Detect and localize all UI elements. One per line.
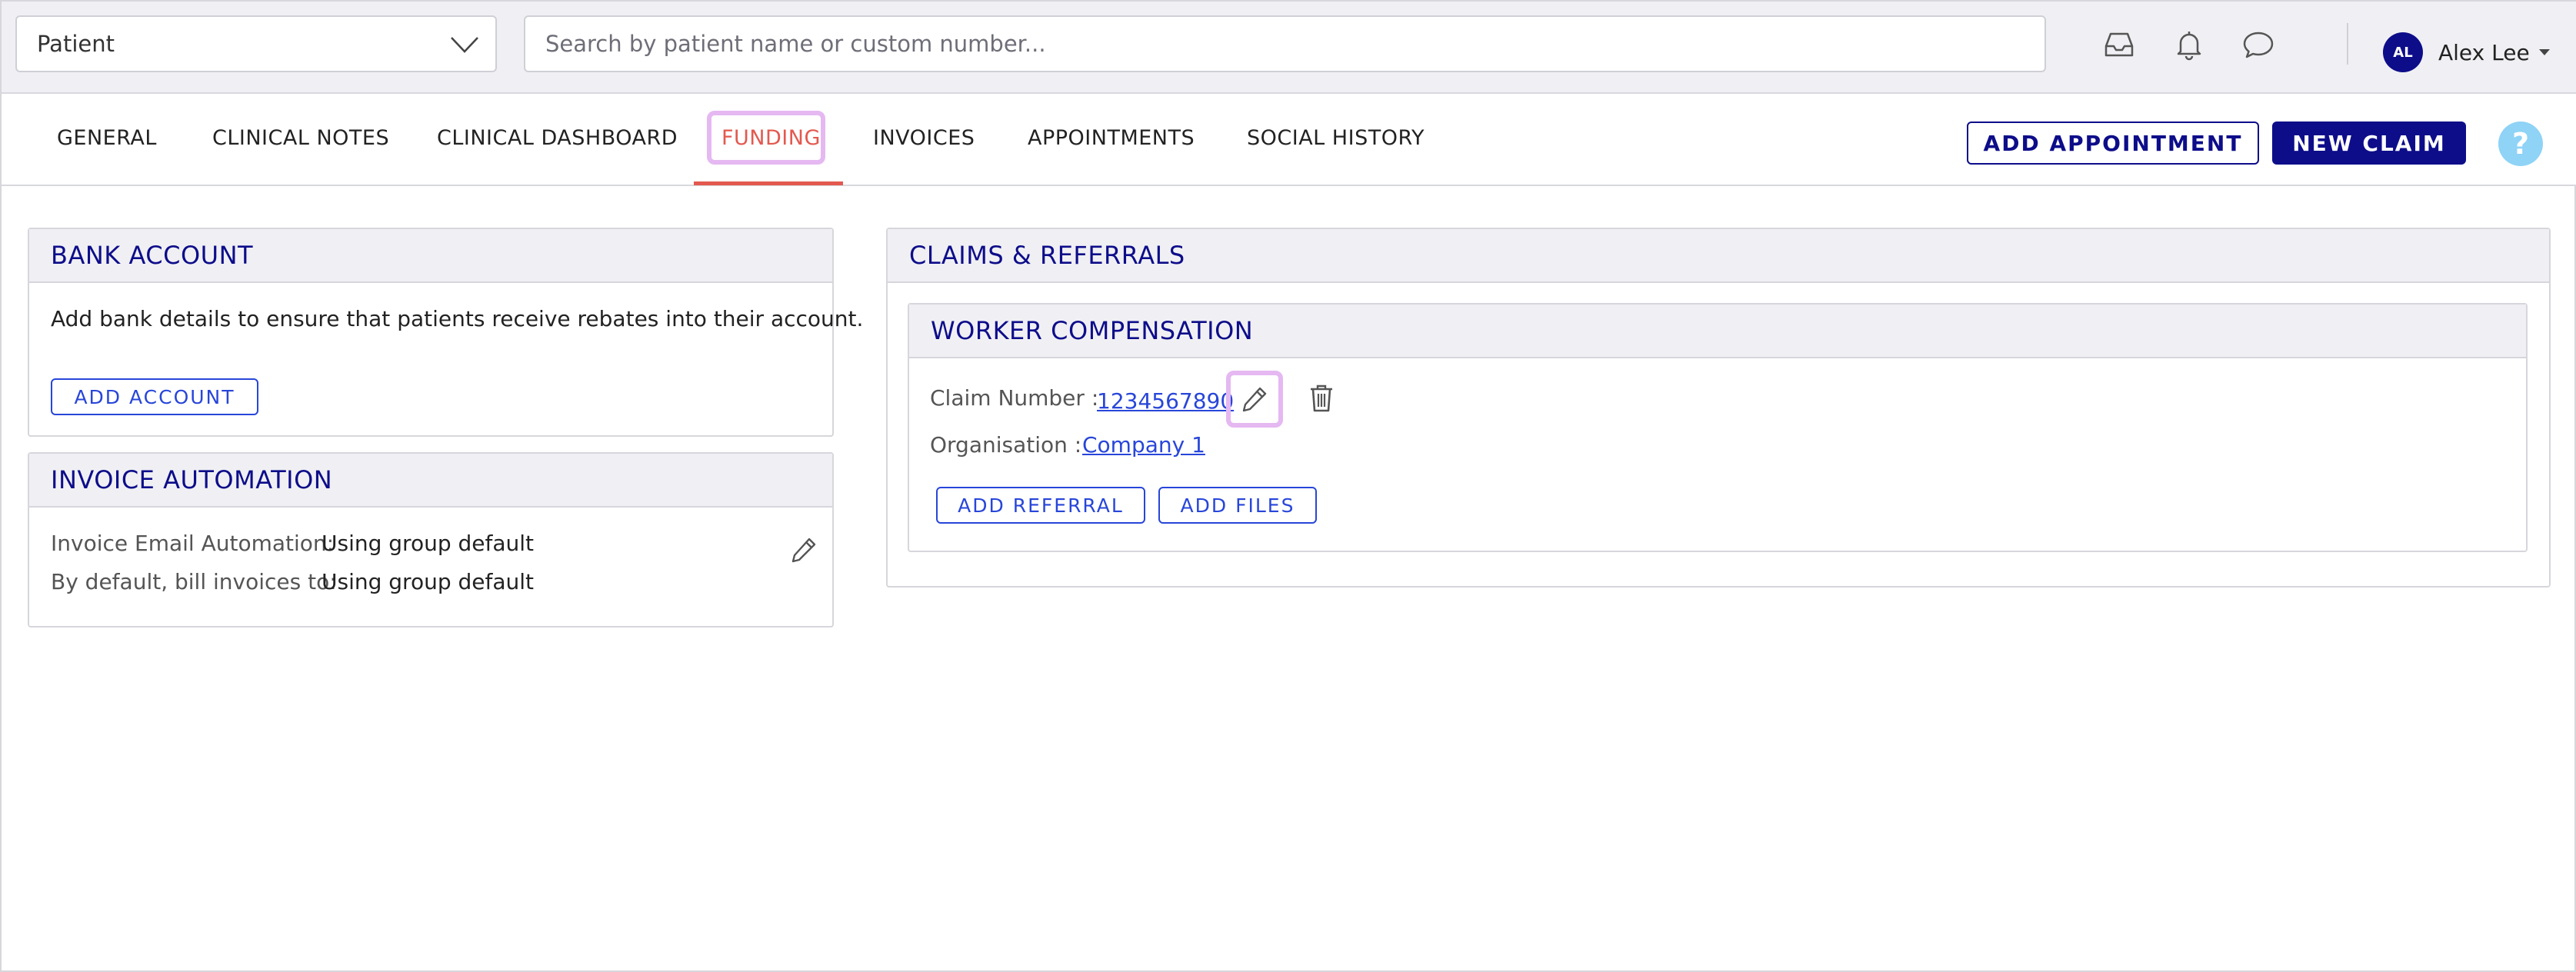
tab-appointments[interactable]: APPOINTMENTS <box>1028 126 1195 150</box>
toolbar-divider <box>2347 23 2348 65</box>
bank-account-description: Add bank details to ensure that patients… <box>51 306 864 331</box>
organisation-label: Organisation : <box>930 432 1082 458</box>
help-button[interactable]: ? <box>2498 122 2543 166</box>
bank-account-title: BANK ACCOUNT <box>29 229 832 283</box>
add-referral-button[interactable]: ADD REFERRAL <box>936 487 1145 524</box>
tab-general[interactable]: GENERAL <box>57 126 157 150</box>
claim-number-label: Claim Number : <box>930 385 1099 411</box>
invoice-automation-title: INVOICE AUTOMATION <box>29 454 832 508</box>
tab-social-history[interactable]: SOCIAL HISTORY <box>1247 126 1425 150</box>
invoice-email-automation-label: Invoice Email Automation: <box>51 531 335 556</box>
bill-invoices-to-label: By default, bill invoices to: <box>51 569 337 594</box>
user-menu[interactable]: AL Alex Lee <box>2383 32 2550 72</box>
active-tab-underline <box>694 181 843 185</box>
add-account-button[interactable]: ADD ACCOUNT <box>51 378 258 415</box>
patient-search-input[interactable] <box>524 15 2046 72</box>
invoice-email-automation-value: Using group default <box>322 531 535 556</box>
worker-compensation-card: WORKER COMPENSATION <box>908 303 2528 552</box>
tab-funding[interactable]: FUNDING <box>721 126 821 150</box>
bill-invoices-to-value: Using group default <box>322 569 535 594</box>
avatar: AL <box>2383 32 2423 72</box>
add-files-button[interactable]: ADD FILES <box>1158 487 1317 524</box>
caret-down-icon <box>2538 49 2550 55</box>
pencil-icon[interactable] <box>1240 384 1269 414</box>
pencil-icon[interactable] <box>789 535 818 564</box>
inbox-icon[interactable] <box>2102 28 2136 62</box>
user-name: Alex Lee <box>2438 39 2530 65</box>
claims-referrals-title: CLAIMS & REFERRALS <box>888 229 2549 283</box>
chevron-down-icon <box>451 37 478 53</box>
app-window: Patient AL Alex Lee GENERAL CLINICAL NO <box>0 0 2576 972</box>
tab-clinical-notes[interactable]: CLINICAL NOTES <box>212 126 389 150</box>
top-bar: Patient AL Alex Lee <box>2 2 2576 94</box>
new-claim-button[interactable]: NEW CLAIM <box>2272 122 2466 165</box>
organisation-link[interactable]: Company 1 <box>1082 432 1205 458</box>
bell-icon[interactable] <box>2172 28 2206 62</box>
patient-tabs-bar: GENERAL CLINICAL NOTES CLINICAL DASHBOAR… <box>2 94 2576 186</box>
add-appointment-button[interactable]: ADD APPOINTMENT <box>1967 122 2259 165</box>
patient-type-select[interactable]: Patient <box>15 15 497 72</box>
claim-number-link[interactable]: 1234567890 <box>1097 388 1234 414</box>
tab-invoices[interactable]: INVOICES <box>873 126 975 150</box>
tab-clinical-dashboard[interactable]: CLINICAL DASHBOARD <box>437 126 678 150</box>
worker-compensation-title: WORKER COMPENSATION <box>909 305 2526 358</box>
chat-bubble-icon[interactable] <box>2241 28 2275 62</box>
patient-type-value: Patient <box>37 31 115 57</box>
trash-icon[interactable] <box>1308 383 1335 414</box>
